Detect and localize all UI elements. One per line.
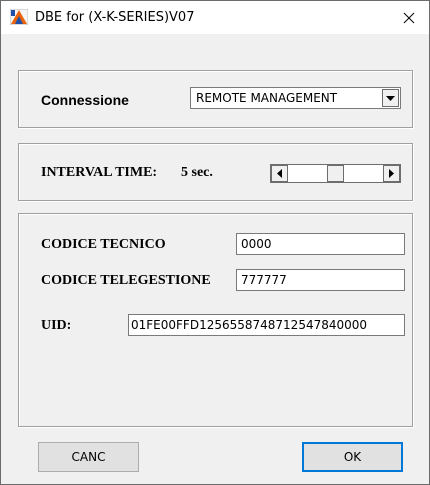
- connection-select[interactable]: REMOTE MANAGEMENT: [190, 87, 401, 109]
- tech-code-input[interactable]: 0000: [236, 233, 405, 255]
- app-logo-icon: [9, 8, 29, 26]
- ok-button[interactable]: OK: [302, 442, 403, 472]
- tech-code-label: CODICE TECNICO: [41, 237, 166, 252]
- scroll-left-button[interactable]: [271, 165, 288, 182]
- uid-input[interactable]: 01FE00FFD1256558748712547840000: [128, 314, 405, 336]
- dropdown-button[interactable]: [382, 89, 399, 107]
- uid-label: UID:: [41, 318, 72, 333]
- arrow-right-icon: [389, 169, 394, 178]
- dialog-window: DBE for (X-K-SERIES)V07 Connessione REMO…: [0, 0, 430, 485]
- cancel-button[interactable]: CANC: [38, 442, 139, 472]
- close-icon: [403, 12, 415, 23]
- close-button[interactable]: [389, 1, 429, 34]
- scroll-thumb[interactable]: [327, 165, 344, 182]
- scroll-right-button[interactable]: [383, 165, 400, 182]
- window-title: DBE for (X-K-SERIES)V07: [35, 10, 195, 25]
- interval-value: 5 sec.: [181, 165, 213, 180]
- telemgmt-code-input[interactable]: 777777: [236, 269, 405, 291]
- uid-value: 01FE00FFD1256558748712547840000: [131, 318, 368, 332]
- connection-label: Connessione: [41, 92, 129, 108]
- chevron-down-icon: [386, 95, 395, 101]
- arrow-left-icon: [277, 169, 282, 178]
- interval-label: INTERVAL TIME:: [41, 165, 158, 180]
- title-bar[interactable]: DBE for (X-K-SERIES)V07: [1, 1, 429, 34]
- telemgmt-code-label: CODICE TELEGESTIONE: [41, 273, 211, 288]
- connection-select-value: REMOTE MANAGEMENT: [196, 91, 338, 105]
- interval-scrollbar[interactable]: [270, 164, 401, 183]
